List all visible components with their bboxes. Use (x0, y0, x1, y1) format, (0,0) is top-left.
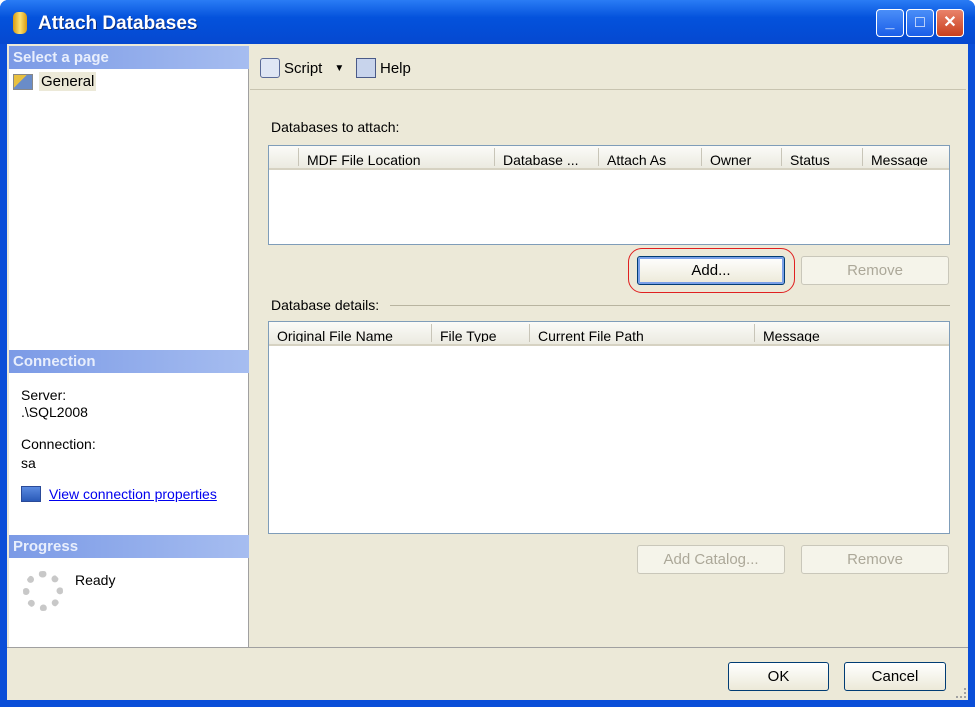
toolbar: Script ▼ Help (250, 46, 966, 90)
divider (390, 305, 950, 306)
select-page-header: Select a page (9, 46, 249, 69)
connection-properties-icon (21, 486, 41, 502)
attach-databases-window: Attach Databases _ □ ✕ Select a page Gen… (0, 0, 975, 707)
connection-header: Connection (9, 350, 249, 373)
resize-grip-icon[interactable] (956, 688, 966, 698)
help-button[interactable]: Help (356, 58, 411, 78)
progress-spinner-icon (23, 571, 63, 611)
help-label: Help (380, 59, 411, 77)
maximize-button[interactable]: □ (906, 9, 934, 37)
connection-value: sa (21, 455, 36, 471)
dropdown-arrow-icon[interactable]: ▼ (334, 63, 344, 74)
dialog-footer: OK Cancel (7, 647, 968, 700)
script-button[interactable]: Script ▼ (260, 58, 344, 78)
help-icon (356, 58, 376, 78)
server-label: Server: (21, 387, 67, 403)
remove-database-button[interactable]: Remove (801, 256, 949, 285)
progress-header: Progress (9, 535, 249, 558)
row-selector-header (269, 148, 299, 166)
general-page-icon (13, 73, 33, 90)
column-header[interactable]: Current File Path (530, 324, 755, 342)
column-header[interactable]: MDF File Location (299, 148, 495, 166)
column-header[interactable]: Database ... (495, 148, 599, 166)
server-value: .\SQL2008 (21, 404, 88, 420)
page-item-general[interactable]: General (13, 72, 97, 91)
ok-button[interactable]: OK (728, 662, 829, 691)
column-header[interactable]: Message (755, 324, 949, 342)
title-bar[interactable]: Attach Databases _ □ ✕ (0, 0, 975, 44)
database-details-grid[interactable]: Original File Name File Type Current Fil… (268, 321, 950, 534)
add-catalog-button[interactable]: Add Catalog... (637, 545, 785, 574)
window-title: Attach Databases (38, 13, 198, 34)
column-header[interactable]: Status (782, 148, 863, 166)
add-button[interactable]: Add... (637, 256, 785, 285)
close-button[interactable]: ✕ (936, 9, 964, 37)
column-header[interactable]: Owner (702, 148, 782, 166)
view-connection-properties-link[interactable]: View connection properties (49, 486, 217, 502)
general-page: Script ▼ Help Databases to attach: MDF F… (250, 46, 966, 647)
column-header[interactable]: Original File Name (269, 324, 432, 342)
databases-to-attach-grid[interactable]: MDF File Location Database ... Attach As… (268, 145, 950, 245)
column-header[interactable]: Attach As (599, 148, 702, 166)
page-item-label: General (39, 72, 97, 91)
connection-label: Connection: (21, 436, 96, 452)
left-panel: Select a page General Connection Server:… (9, 46, 249, 647)
remove-detail-button[interactable]: Remove (801, 545, 949, 574)
database-icon (13, 12, 27, 34)
script-icon (260, 58, 280, 78)
cancel-button[interactable]: Cancel (844, 662, 946, 691)
column-header[interactable]: Message (863, 148, 949, 166)
minimize-button[interactable]: _ (876, 9, 904, 37)
column-header[interactable]: File Type (432, 324, 530, 342)
databases-to-attach-label: Databases to attach: (271, 119, 400, 135)
database-details-label: Database details: (271, 297, 386, 313)
script-label: Script (284, 59, 323, 77)
progress-status: Ready (75, 572, 116, 588)
